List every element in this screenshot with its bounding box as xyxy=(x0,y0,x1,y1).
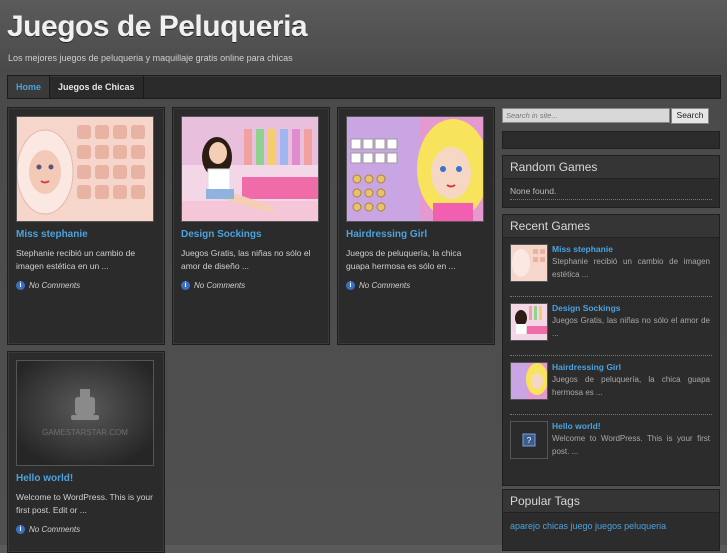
blonde-girl-image xyxy=(347,117,483,221)
post-thumbnail[interactable] xyxy=(346,116,484,222)
comments-label: No Comments xyxy=(29,525,81,534)
recent-item[interactable]: Hairdressing Girl Juegos de peluquería, … xyxy=(510,362,712,407)
recent-games-widget: Recent Games Miss stephanie Stephanie re… xyxy=(502,214,720,486)
sidebar-divider xyxy=(502,131,720,149)
post-excerpt: Juegos Gratis, las niñas no sólo el amor… xyxy=(181,248,311,271)
main-nav: Home Juegos de Chicas xyxy=(7,75,721,99)
search-button[interactable]: Search xyxy=(671,108,709,124)
post-excerpt: Welcome to WordPress. This is your first… xyxy=(16,492,153,515)
svg-text:?: ? xyxy=(527,436,532,445)
recent-thumbnail[interactable] xyxy=(510,303,548,341)
post-comments[interactable]: i No Comments xyxy=(181,281,246,291)
recent-thumbnail[interactable] xyxy=(510,244,548,282)
recent-item[interactable]: ? Hello world! Welcome to WordPress. Thi… xyxy=(510,421,712,466)
tag-cloud[interactable]: aparejo chicas juego juegos peluqueria xyxy=(510,521,666,531)
divider xyxy=(510,414,712,415)
post-comments[interactable]: i No Comments xyxy=(16,525,81,535)
recent-title[interactable]: Hairdressing Girl xyxy=(552,362,621,372)
recent-title[interactable]: Hello world! xyxy=(552,421,601,431)
popular-tags-widget: Popular Tags aparejo chicas juego juegos… xyxy=(502,489,720,551)
girl-portrait-image xyxy=(17,117,153,221)
comments-label: No Comments xyxy=(194,281,246,290)
comments-label: No Comments xyxy=(359,281,411,290)
info-icon: i xyxy=(16,525,25,535)
placeholder-image: GAMESTARSTAR.COM xyxy=(17,361,153,465)
divider xyxy=(510,296,712,297)
search-input[interactable] xyxy=(502,108,670,123)
recent-excerpt: Juegos Gratis, las niñas no sólo el amor… xyxy=(552,316,710,338)
post-excerpt: Stephanie recibió un cambio de imagen es… xyxy=(16,248,136,271)
post-excerpt: Juegos de peluquería, la chica guapa her… xyxy=(346,248,462,271)
comments-label: No Comments xyxy=(29,281,81,290)
divider xyxy=(510,355,712,356)
post-comments[interactable]: i No Comments xyxy=(16,281,81,291)
girl-sitting-image xyxy=(182,117,318,221)
post-title[interactable]: Miss stephanie xyxy=(16,229,88,240)
recent-excerpt: Welcome to WordPress. This is your first… xyxy=(552,434,710,456)
post-card: Miss stephanie Stephanie recibió un camb… xyxy=(7,107,165,345)
info-icon: i xyxy=(16,281,25,291)
post-thumbnail[interactable] xyxy=(16,116,154,222)
widget-title: Random Games xyxy=(503,156,719,179)
widget-title: Recent Games xyxy=(503,215,719,238)
recent-title[interactable]: Design Sockings xyxy=(552,303,621,313)
post-title[interactable]: Hairdressing Girl xyxy=(346,229,427,240)
post-card: Hairdressing Girl Juegos de peluquería, … xyxy=(337,107,495,345)
post-card: Design Sockings Juegos Gratis, las niñas… xyxy=(172,107,330,345)
random-games-widget: Random Games None found. xyxy=(502,155,720,208)
recent-thumbnail[interactable] xyxy=(510,362,548,400)
info-icon: i xyxy=(346,281,355,291)
post-title[interactable]: Hello world! xyxy=(16,473,73,484)
site-description: Los mejores juegos de peluqueria y maqui… xyxy=(8,53,293,63)
recent-thumbnail[interactable]: ? xyxy=(510,421,548,459)
empty-message: None found. xyxy=(510,186,557,196)
recent-excerpt: Stephanie recibió un cambio de imagen es… xyxy=(552,257,710,279)
recent-item[interactable]: Miss stephanie Stephanie recibió un camb… xyxy=(510,244,712,289)
divider xyxy=(510,199,712,200)
info-icon: i xyxy=(181,281,190,291)
post-card: GAMESTARSTAR.COM Hello world! Welcome to… xyxy=(7,351,165,553)
post-thumbnail[interactable]: GAMESTARSTAR.COM xyxy=(16,360,154,466)
nav-juegos-de-chicas[interactable]: Juegos de Chicas xyxy=(50,76,144,98)
post-title[interactable]: Design Sockings xyxy=(181,229,262,240)
post-comments[interactable]: i No Comments xyxy=(346,281,411,291)
image-watermark: GAMESTARSTAR.COM xyxy=(42,428,128,437)
site-title[interactable]: Juegos de Peluqueria xyxy=(7,10,308,44)
recent-excerpt: Juegos de peluquería, la chica guapa her… xyxy=(552,375,710,397)
post-thumbnail[interactable] xyxy=(181,116,319,222)
widget-title: Popular Tags xyxy=(503,490,719,513)
nav-home[interactable]: Home xyxy=(8,76,51,98)
recent-item[interactable]: Design Sockings Juegos Gratis, las niñas… xyxy=(510,303,712,348)
recent-title[interactable]: Miss stephanie xyxy=(552,244,613,254)
